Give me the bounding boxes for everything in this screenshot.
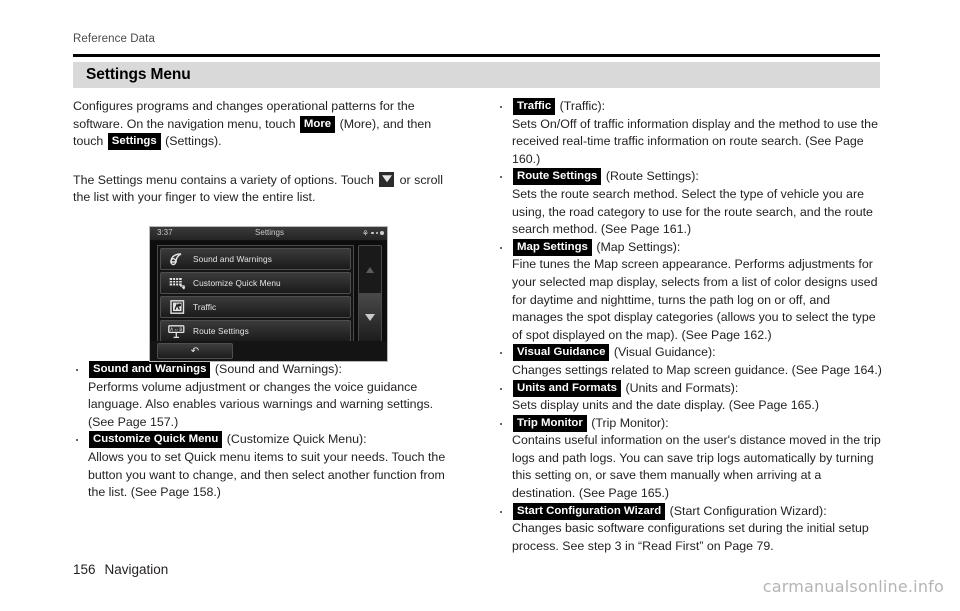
scroll-down-button[interactable] xyxy=(359,293,381,341)
nav-settings-list[interactable]: Sound and Warnings Customize Quick Menu … xyxy=(157,245,354,342)
bullet-heading: Units and Formats (Units and Formats): xyxy=(512,379,882,398)
bullet-paren: (Customize Quick Menu): xyxy=(223,432,367,447)
bullet-heading: Start Configuration Wizard (Start Config… xyxy=(512,502,882,521)
satellite-icon: ⚘ xyxy=(361,228,369,238)
speaker-icon xyxy=(167,252,187,267)
running-head: Reference Data xyxy=(73,33,155,45)
bullet-paren: (Trip Monitor): xyxy=(587,415,669,430)
footer-folio: 156 Navigation xyxy=(73,562,168,577)
bullet-paren: (Units and Formats): xyxy=(622,380,739,395)
key-badge-map-settings: Map Settings xyxy=(513,238,592,256)
list-item: Map Settings (Map Settings): Fine tunes … xyxy=(497,238,882,345)
right-bullet-list: Traffic (Traffic): Sets On/Off of traffi… xyxy=(497,98,882,555)
watermark: carmanualsonline.info xyxy=(762,577,944,596)
bullet-paren: (Sound and Warnings): xyxy=(211,361,342,376)
navigation-screen-figure: 3:37 Settings ⚘ Sound and Warnings Custo… xyxy=(149,226,388,362)
nav-status-icons: ⚘ xyxy=(362,229,384,238)
key-badge-traffic: Traffic xyxy=(513,98,556,115)
nav-bottom-bar: ↶ xyxy=(150,341,387,361)
triangle-down-icon xyxy=(379,171,395,187)
list-item: Trip Monitor (Trip Monitor): Contains us… xyxy=(497,414,882,503)
nav-status-bar: 3:37 Settings ⚘ xyxy=(150,227,387,241)
bullet-heading: Customize Quick Menu (Customize Quick Me… xyxy=(88,431,458,449)
back-arrow-icon: ↶ xyxy=(190,345,200,357)
key-badge-customize-quick-menu: Customize Quick Menu xyxy=(89,431,223,449)
header-rule xyxy=(73,54,880,57)
page-number: 156 xyxy=(73,562,96,577)
section-header-bar: Settings Menu xyxy=(73,62,880,88)
left-bullet-list: Sound and Warnings (Sound and Warnings):… xyxy=(73,360,458,502)
list-item: Visual Guidance (Visual Guidance): Chang… xyxy=(497,344,882,379)
list-item: Customize Quick Menu (Customize Quick Me… xyxy=(73,431,458,501)
bullet-heading: Route Settings (Route Settings): xyxy=(512,168,882,186)
list-item: Traffic (Traffic): Sets On/Off of traffi… xyxy=(497,98,882,168)
right-column: Traffic (Traffic): Sets On/Off of traffi… xyxy=(497,98,882,555)
bullet-paren: (Traffic): xyxy=(556,99,606,113)
bullet-heading: Traffic (Traffic): xyxy=(512,98,882,116)
bullet-body: Performs volume adjustment or changes th… xyxy=(88,379,434,429)
signal-dot-icon xyxy=(375,231,378,235)
bullet-heading: Visual Guidance (Visual Guidance): xyxy=(512,344,882,362)
key-badge-more: More xyxy=(299,115,336,133)
nav-list-item-route-settings[interactable]: A ›› B Route Settings xyxy=(160,320,351,342)
bullet-body: Contains useful information on the user'… xyxy=(512,433,881,501)
signal-dot-icon xyxy=(371,231,374,235)
route-sign-icon: A ›› B xyxy=(167,324,187,339)
intro-paragraph-2: The Settings menu contains a variety of … xyxy=(73,171,458,207)
bullet-heading: Trip Monitor (Trip Monitor): xyxy=(512,414,882,433)
nav-item-label: Traffic xyxy=(193,302,217,312)
nav-item-label: Customize Quick Menu xyxy=(193,278,281,288)
bullet-body: Sets display units and the date display.… xyxy=(512,398,819,413)
svg-text:A ›› B: A ›› B xyxy=(170,327,182,333)
key-badge-visual-guidance: Visual Guidance xyxy=(513,344,610,362)
key-badge-sound-and-warnings: Sound and Warnings xyxy=(89,360,211,378)
key-badge-route-settings: Route Settings xyxy=(513,168,602,186)
nav-list-item-customize-quick-menu[interactable]: Customize Quick Menu xyxy=(160,272,351,294)
chapter-name: Navigation xyxy=(104,562,169,577)
bullet-body: Changes basic software configurations se… xyxy=(512,521,869,553)
traffic-sign-icon xyxy=(167,300,187,315)
nav-item-label: Sound and Warnings xyxy=(193,254,272,264)
list-item: Sound and Warnings (Sound and Warnings):… xyxy=(73,360,458,431)
manual-page: Reference Data Settings Menu Configures … xyxy=(0,0,960,611)
intro2-text-a: The Settings menu contains a variety of … xyxy=(73,172,378,187)
key-badge-settings: Settings xyxy=(107,133,161,151)
battery-dot-icon xyxy=(380,231,384,235)
bullet-paren: (Route Settings): xyxy=(602,169,699,184)
key-badge-units-and-formats: Units and Formats xyxy=(513,379,621,397)
nav-screen-title: Settings xyxy=(255,228,284,237)
bullet-paren: (Map Settings): xyxy=(592,239,681,254)
intro-paragraph-1: Configures programs and changes operatio… xyxy=(73,98,458,151)
nav-item-label: Route Settings xyxy=(193,326,249,336)
bullet-body: Fine tunes the Map screen appearance. Pe… xyxy=(512,257,878,342)
list-item: Start Configuration Wizard (Start Config… xyxy=(497,502,882,556)
triangle-down-icon xyxy=(365,313,375,321)
bullet-heading: Sound and Warnings (Sound and Warnings): xyxy=(88,360,458,379)
triangle-up-icon xyxy=(366,267,374,273)
bullet-body: Sets On/Off of traffic information displ… xyxy=(512,116,878,166)
page-title: Settings Menu xyxy=(86,66,191,83)
scroll-up-button[interactable] xyxy=(359,246,381,294)
key-badge-trip-monitor: Trip Monitor xyxy=(513,414,587,432)
bullet-heading: Map Settings (Map Settings): xyxy=(512,238,882,257)
intro-text-c: (Settings). xyxy=(161,134,222,149)
grid-keypad-icon xyxy=(167,276,187,291)
list-item: Route Settings (Route Settings): Sets th… xyxy=(497,168,882,238)
bullet-body: Sets the route search method. Select the… xyxy=(512,186,873,237)
list-item: Units and Formats (Units and Formats): S… xyxy=(497,379,882,415)
bullet-paren: (Visual Guidance): xyxy=(610,345,716,360)
bullet-body: Allows you to set Quick menu items to su… xyxy=(88,449,446,500)
nav-scrollbar[interactable] xyxy=(358,245,382,342)
nav-list-item-traffic[interactable]: Traffic xyxy=(160,296,351,318)
bullet-body: Changes settings related to Map screen g… xyxy=(512,362,882,377)
key-badge-start-configuration-wizard: Start Configuration Wizard xyxy=(513,502,666,520)
bullet-paren: (Start Configuration Wizard): xyxy=(666,503,827,518)
back-button[interactable]: ↶ xyxy=(157,343,233,359)
nav-list-item-sound-and-warnings[interactable]: Sound and Warnings xyxy=(160,248,351,270)
